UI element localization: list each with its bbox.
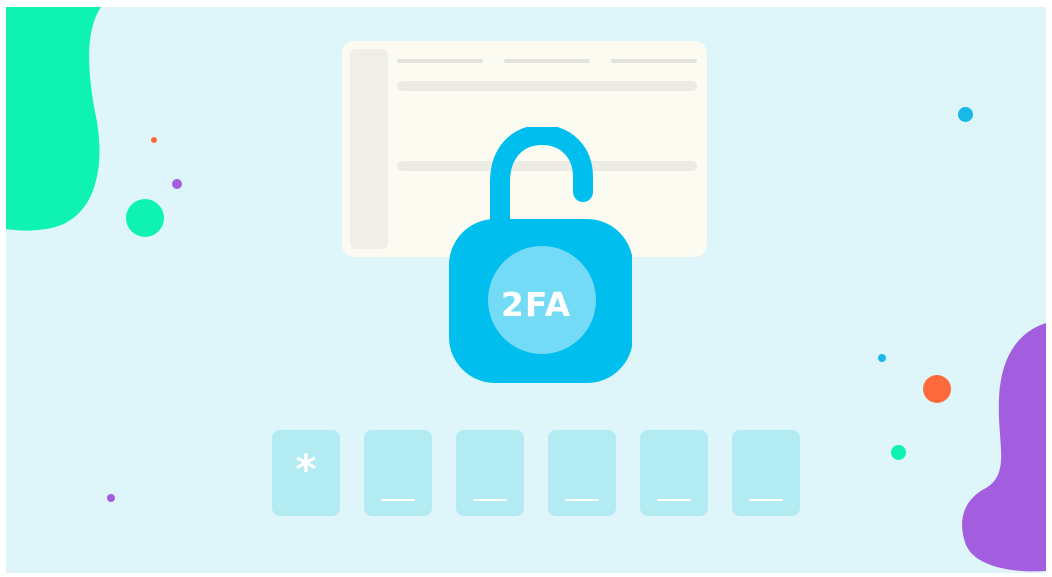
purple-dot (172, 179, 182, 189)
empty-digit-placeholder (473, 499, 507, 501)
code-digit-box-3[interactable] (456, 430, 524, 516)
code-digit-box-2[interactable] (364, 430, 432, 516)
card-content-bar (397, 81, 697, 91)
purple-dot (107, 494, 115, 502)
empty-digit-placeholder (565, 499, 599, 501)
card-header-line (504, 59, 590, 63)
code-digit-box-1[interactable]: * (272, 430, 340, 516)
padlock-icon (449, 127, 632, 383)
green-blob-decoration (6, 7, 101, 231)
illustration-scene: 2FA * (6, 7, 1046, 573)
card-sidebar (350, 49, 388, 249)
card-header-line (397, 59, 483, 63)
purple-blob-decoration (962, 323, 1046, 572)
code-digit-box-5[interactable] (640, 430, 708, 516)
orange-dot (151, 137, 157, 143)
empty-digit-placeholder (381, 499, 415, 501)
orange-dot (923, 375, 951, 403)
2fa-badge-text: 2FA (500, 285, 572, 324)
verification-code-input: * (272, 430, 800, 516)
green-dot (891, 445, 906, 460)
blue-dot (878, 354, 886, 362)
blue-dot (958, 107, 973, 122)
code-digit-box-6[interactable] (732, 430, 800, 516)
code-digit-box-4[interactable] (548, 430, 616, 516)
empty-digit-placeholder (657, 499, 691, 501)
green-dot (126, 199, 164, 237)
code-digit-value: * (295, 447, 317, 493)
card-header-line (611, 59, 697, 63)
empty-digit-placeholder (749, 499, 783, 501)
